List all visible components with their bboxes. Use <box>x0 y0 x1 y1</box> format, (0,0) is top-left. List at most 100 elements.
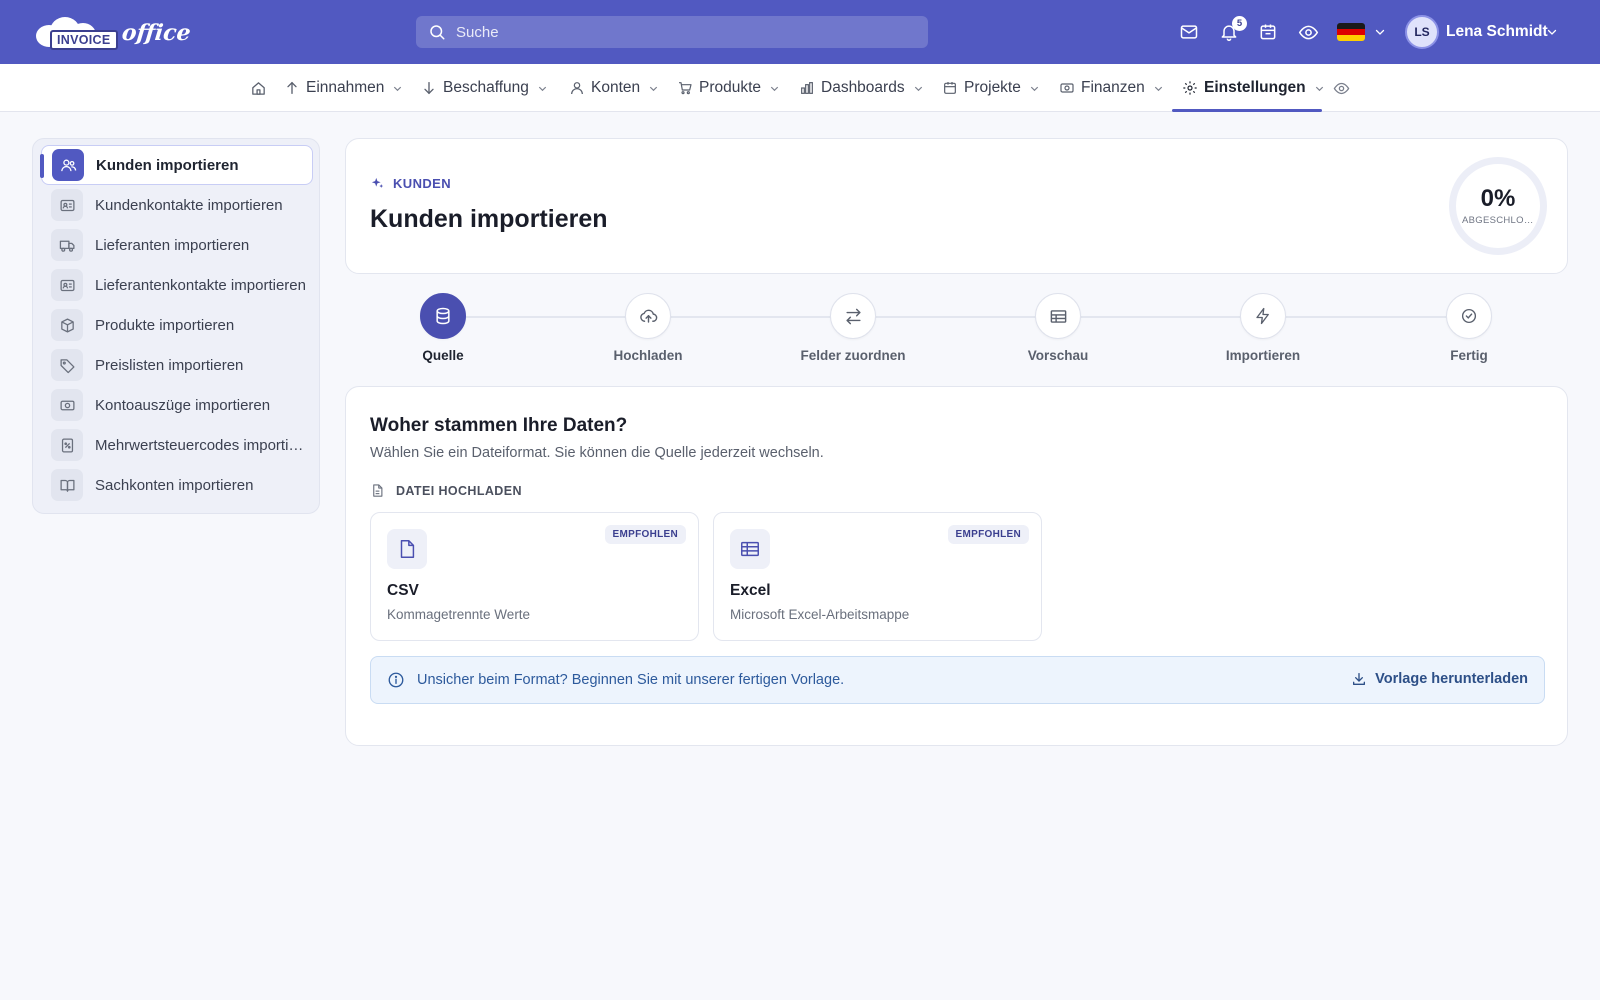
calendar-icon[interactable] <box>1256 20 1280 44</box>
step-quelle[interactable]: Quelle <box>373 293 513 363</box>
user-chevron-down-icon[interactable] <box>1540 20 1564 44</box>
step-label: Fertig <box>1450 348 1488 363</box>
nav-home[interactable] <box>250 64 273 112</box>
database-icon <box>420 293 466 339</box>
download-template-button[interactable]: Vorlage herunterladen <box>1351 671 1528 687</box>
step-hochladen[interactable]: Hochladen <box>578 293 718 363</box>
sidebar-item-label: Mehrwertsteuercodes importieren <box>95 436 307 454</box>
main-nav: Einnahmen Beschaffung Konten Produkte Da… <box>0 64 1600 112</box>
arrow-up-icon <box>284 80 300 96</box>
app-logo[interactable]: INVOICE office <box>32 14 192 50</box>
file-icon <box>387 529 427 569</box>
nav-einnahmen[interactable]: Einnahmen <box>284 64 403 112</box>
sidebar-item-lieferanten[interactable]: Lieferanten importieren <box>41 225 313 265</box>
mail-icon[interactable] <box>1177 20 1201 44</box>
check-circle-icon <box>1446 293 1492 339</box>
avatar[interactable]: LS <box>1405 15 1439 49</box>
nav-label: Einnahmen <box>306 79 385 96</box>
sidebar-item-label: Produkte importieren <box>95 316 235 334</box>
sidebar-item-kontoauszuege[interactable]: Kontoauszüge importieren <box>41 385 313 425</box>
banknote-icon <box>51 389 83 421</box>
sidebar-item-label: Lieferanten importieren <box>95 236 250 254</box>
breadcrumb: KUNDEN <box>370 176 451 191</box>
breadcrumb-label: KUNDEN <box>393 176 452 191</box>
sparkle-icon <box>371 177 384 188</box>
gear-icon <box>1182 80 1198 96</box>
step-label: Hochladen <box>613 348 683 363</box>
home-icon <box>250 80 267 97</box>
chevron-down-icon <box>1314 83 1325 94</box>
section-title: Woher stammen Ihre Daten? <box>370 415 628 436</box>
language-chevron-down-icon[interactable] <box>1368 20 1392 44</box>
chevron-down-icon <box>537 83 548 94</box>
nav-eye[interactable] <box>1333 64 1356 112</box>
progress-ring: 0% ABGESCHLOSSEN <box>1449 157 1547 255</box>
sidebar-item-sachkonten[interactable]: Sachkonten importieren <box>41 465 313 505</box>
step-label: Vorschau <box>1027 348 1089 363</box>
step-fertig[interactable]: Fertig <box>1399 293 1539 363</box>
logo-cloud-icon: INVOICE <box>32 15 122 50</box>
active-tab-indicator <box>1172 109 1322 112</box>
table-icon <box>1035 293 1081 339</box>
download-label: Vorlage herunterladen <box>1375 671 1528 687</box>
sidebar-item-mehrwertsteuercodes[interactable]: Mehrwertsteuercodes importieren <box>41 425 313 465</box>
chevron-down-icon <box>1029 83 1040 94</box>
sidebar-item-label: Kunden importieren <box>96 156 239 174</box>
nav-einstellungen[interactable]: Einstellungen <box>1182 64 1325 112</box>
nav-label: Dashboards <box>821 79 905 96</box>
sidebar-item-lieferantenkontakte[interactable]: Lieferantenkontakte importieren <box>41 265 313 305</box>
swap-icon <box>830 293 876 339</box>
logo-badge: INVOICE <box>50 30 118 50</box>
user-name[interactable]: Lena Schmidt <box>1446 23 1548 41</box>
truck-icon <box>51 229 83 261</box>
bell-icon[interactable]: 5 <box>1217 16 1247 44</box>
chevron-down-icon <box>913 83 924 94</box>
section-subtitle: Wählen Sie ein Dateiformat. Sie können d… <box>370 445 824 461</box>
option-excel[interactable]: EMPFOHLEN Excel Microsoft Excel-Arbeitsm… <box>713 512 1042 641</box>
search-bar[interactable] <box>416 16 928 48</box>
nav-label: Finanzen <box>1081 79 1145 96</box>
eye-icon <box>1333 80 1350 97</box>
search-icon <box>430 25 445 40</box>
info-icon <box>387 671 405 689</box>
sidebar-item-produkte[interactable]: Produkte importieren <box>41 305 313 345</box>
step-vorschau[interactable]: Vorschau <box>988 293 1128 363</box>
step-label: Felder zuordnen <box>800 348 906 363</box>
chevron-down-icon <box>1153 83 1164 94</box>
sidebar-item-kunden[interactable]: Kunden importieren <box>41 145 313 185</box>
nav-label: Einstellungen <box>1204 79 1306 96</box>
option-csv[interactable]: EMPFOHLEN CSV Kommagetrennte Werte <box>370 512 699 641</box>
recommended-badge: EMPFOHLEN <box>604 525 686 544</box>
users-icon <box>52 149 84 181</box>
upload-section-text: DATEI HOCHLADEN <box>396 483 522 498</box>
nav-label: Konten <box>591 79 641 96</box>
source-card: Woher stammen Ihre Daten? Wählen Sie ein… <box>345 386 1568 746</box>
upload-section-label: DATEI HOCHLADEN <box>370 483 522 498</box>
step-importieren[interactable]: Importieren <box>1193 293 1333 363</box>
nav-konten[interactable]: Konten <box>569 64 659 112</box>
info-text: Unsicher beim Format? Beginnen Sie mit u… <box>417 672 845 688</box>
nav-projekte[interactable]: Projekte <box>942 64 1040 112</box>
progress-percent: 0% <box>1480 185 1516 212</box>
nav-dashboards[interactable]: Dashboards <box>799 64 924 112</box>
option-title: Excel <box>730 582 771 599</box>
step-label: Quelle <box>422 348 464 363</box>
sidebar-item-label: Sachkonten importieren <box>95 476 254 494</box>
nav-beschaffung[interactable]: Beschaffung <box>421 64 548 112</box>
sidebar-item-preislisten[interactable]: Preislisten importieren <box>41 345 313 385</box>
nav-produkte[interactable]: Produkte <box>677 64 780 112</box>
german-flag-icon[interactable] <box>1337 23 1365 41</box>
sidebar-item-label: Kundenkontakte importieren <box>95 196 283 214</box>
nav-label: Beschaffung <box>443 79 529 96</box>
sidebar-item-kundenkontakte[interactable]: Kundenkontakte importieren <box>41 185 313 225</box>
user-icon <box>569 80 585 96</box>
tag-icon <box>51 349 83 381</box>
eye-icon[interactable] <box>1296 20 1320 44</box>
search-input[interactable] <box>456 23 896 41</box>
recommended-badge: EMPFOHLEN <box>947 525 1029 544</box>
file-icon <box>373 484 383 497</box>
header-card: KUNDEN Kunden importieren 0% ABGESCHLOSS… <box>345 138 1568 274</box>
bar-chart-icon <box>799 80 815 96</box>
step-felder-zuordnen[interactable]: Felder zuordnen <box>783 293 923 363</box>
nav-finanzen[interactable]: Finanzen <box>1059 64 1164 112</box>
